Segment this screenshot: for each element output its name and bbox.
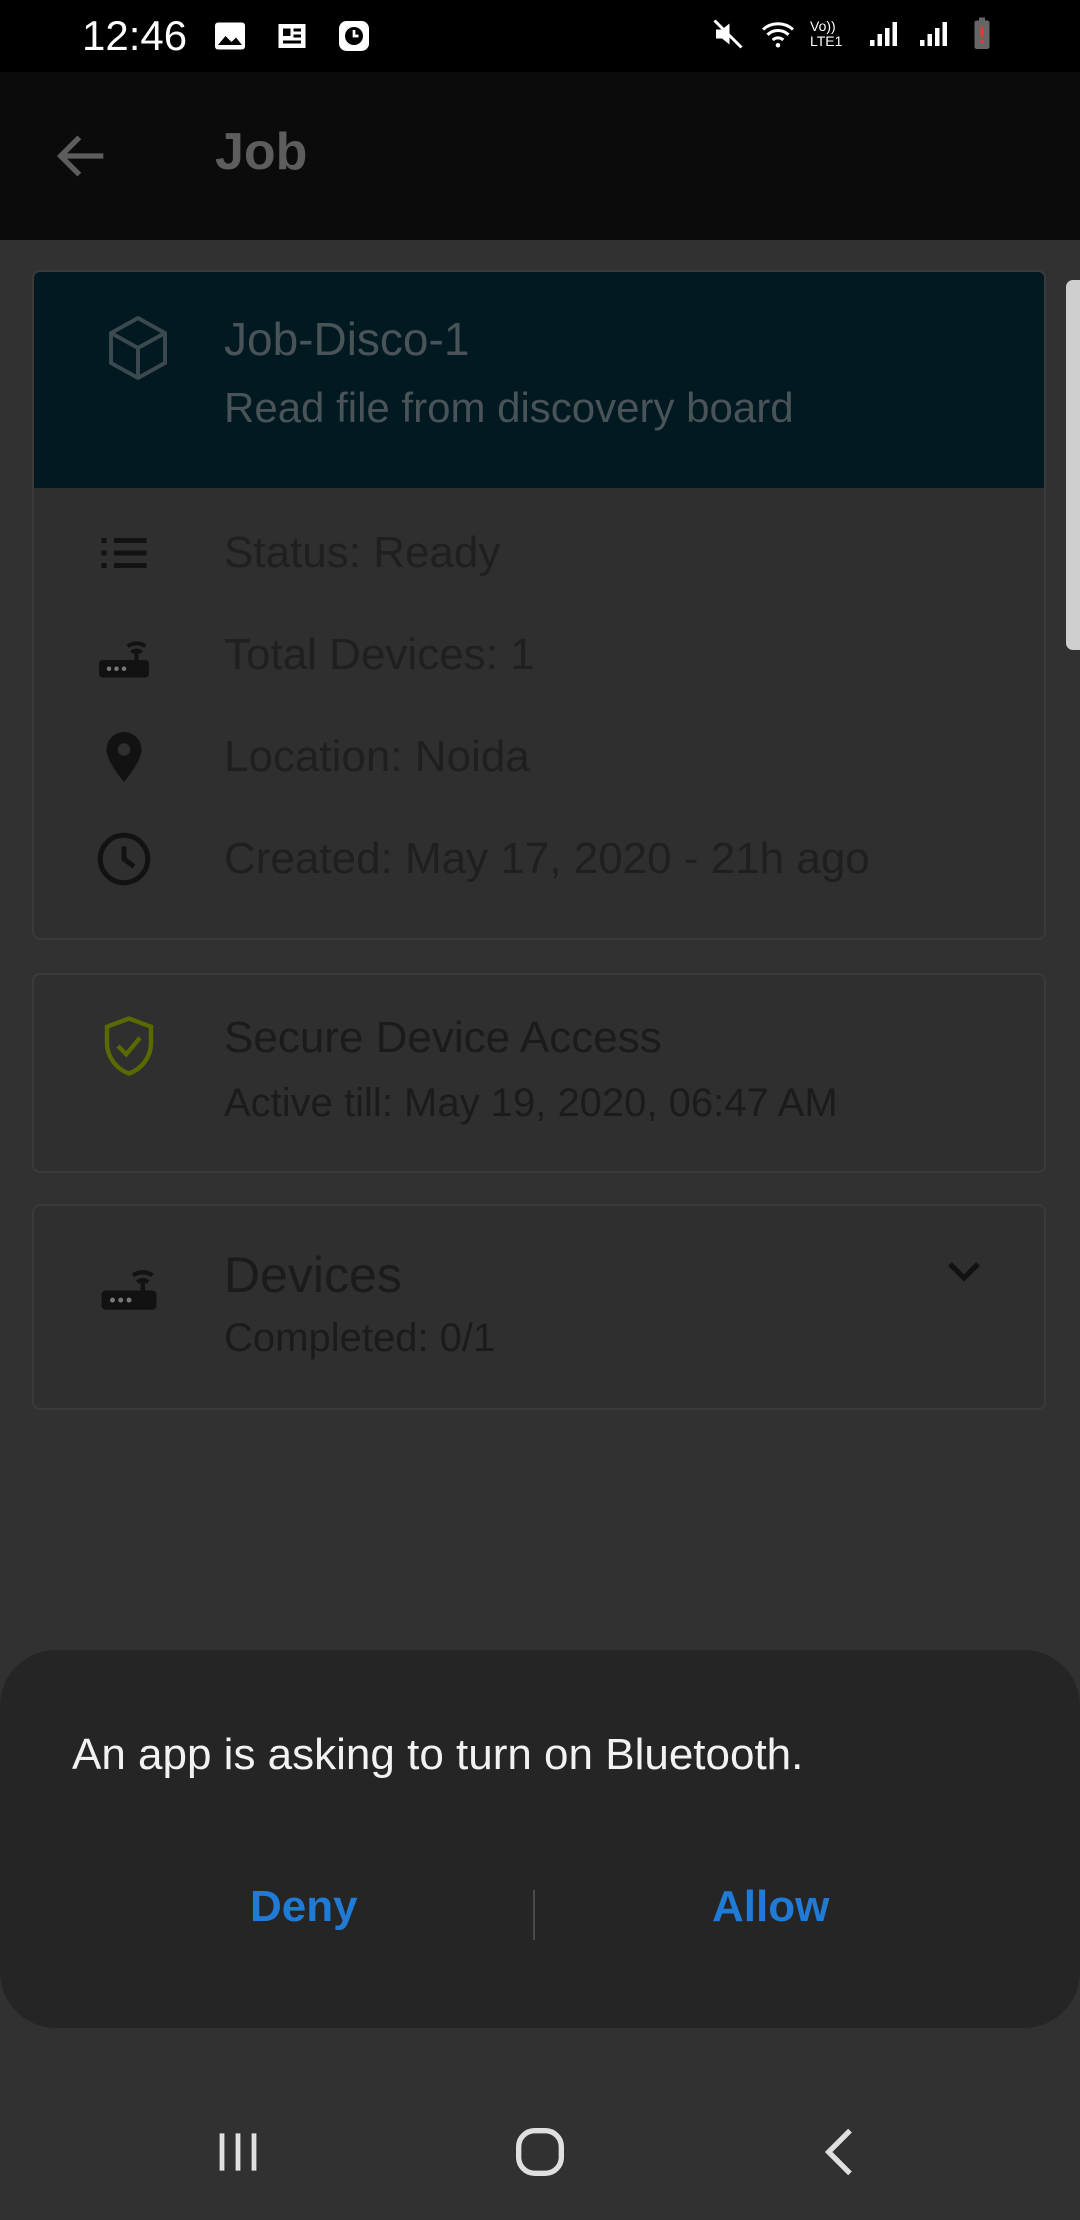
list-icon [101, 538, 147, 568]
allow-button[interactable]: Allow [712, 1882, 829, 1932]
battery-low-icon [974, 17, 990, 49]
status-bar: 12:46 Vo)) LTE1 [0, 0, 1080, 72]
devices-title: Devices [224, 1247, 402, 1303]
created-row: Created: May 17, 2020 - 21h ago [94, 824, 870, 894]
recent-apps-icon[interactable] [206, 2120, 270, 2184]
location-text: Location: Noida [224, 732, 530, 781]
page-title: Job [215, 123, 308, 181]
news-icon [278, 24, 306, 48]
status-icons-right: Vo)) LTE1 [710, 16, 1000, 52]
devices-count-row: Total Devices: 1 [94, 620, 535, 690]
deny-button[interactable]: Deny [250, 1882, 358, 1932]
dialog-divider [533, 1890, 535, 1940]
clock-app-icon [339, 21, 369, 51]
dialog-message: An app is asking to turn on Bluetooth. [72, 1730, 804, 1779]
chevron-down-icon[interactable] [940, 1246, 988, 1294]
image-icon [215, 22, 245, 50]
router-icon [101, 1270, 157, 1310]
status-time: 12:46 [82, 12, 188, 59]
secure-access-subtitle: Active till: May 19, 2020, 06:47 AM [224, 1081, 838, 1125]
signal-icon [920, 22, 947, 46]
wifi-icon [762, 22, 794, 48]
devices-subtitle: Completed: 0/1 [224, 1316, 496, 1360]
status-row: Status: Ready [94, 518, 500, 588]
total-devices-text: Total Devices: 1 [224, 630, 535, 679]
secure-access-card[interactable]: Secure Device Access Active till: May 19… [32, 973, 1046, 1173]
secure-access-title: Secure Device Access [224, 1013, 662, 1062]
clock-icon [97, 832, 151, 886]
created-text: Created: May 17, 2020 - 21h ago [224, 834, 870, 883]
location-pin-icon [106, 732, 142, 782]
scrollbar[interactable] [1066, 280, 1080, 650]
devices-card[interactable]: Devices Completed: 0/1 [32, 1204, 1046, 1410]
cube-icon [109, 315, 167, 381]
status-text: Status: Ready [224, 528, 501, 577]
router-icon [99, 641, 149, 678]
back-icon[interactable] [810, 2120, 874, 2184]
signal-icon [870, 22, 897, 46]
navigation-bar [0, 2080, 1080, 2220]
shield-check-icon [104, 1016, 154, 1076]
job-name: Job-Disco-1 [224, 313, 470, 365]
back-arrow-icon[interactable] [50, 124, 114, 188]
volte-icon: Vo)) LTE1 [810, 18, 843, 49]
status-icons-left [212, 18, 372, 54]
job-card: Job-Disco-1 Read file from discovery boa… [32, 270, 1046, 940]
app-bar: Job [0, 72, 1080, 240]
mute-icon [713, 19, 743, 49]
location-row: Location: Noida [94, 722, 530, 792]
bluetooth-dialog: An app is asking to turn on Bluetooth. D… [0, 1650, 1080, 2028]
home-icon[interactable] [508, 2120, 572, 2184]
job-description: Read file from discovery board [224, 384, 794, 431]
job-header: Job-Disco-1 Read file from discovery boa… [34, 272, 1044, 488]
